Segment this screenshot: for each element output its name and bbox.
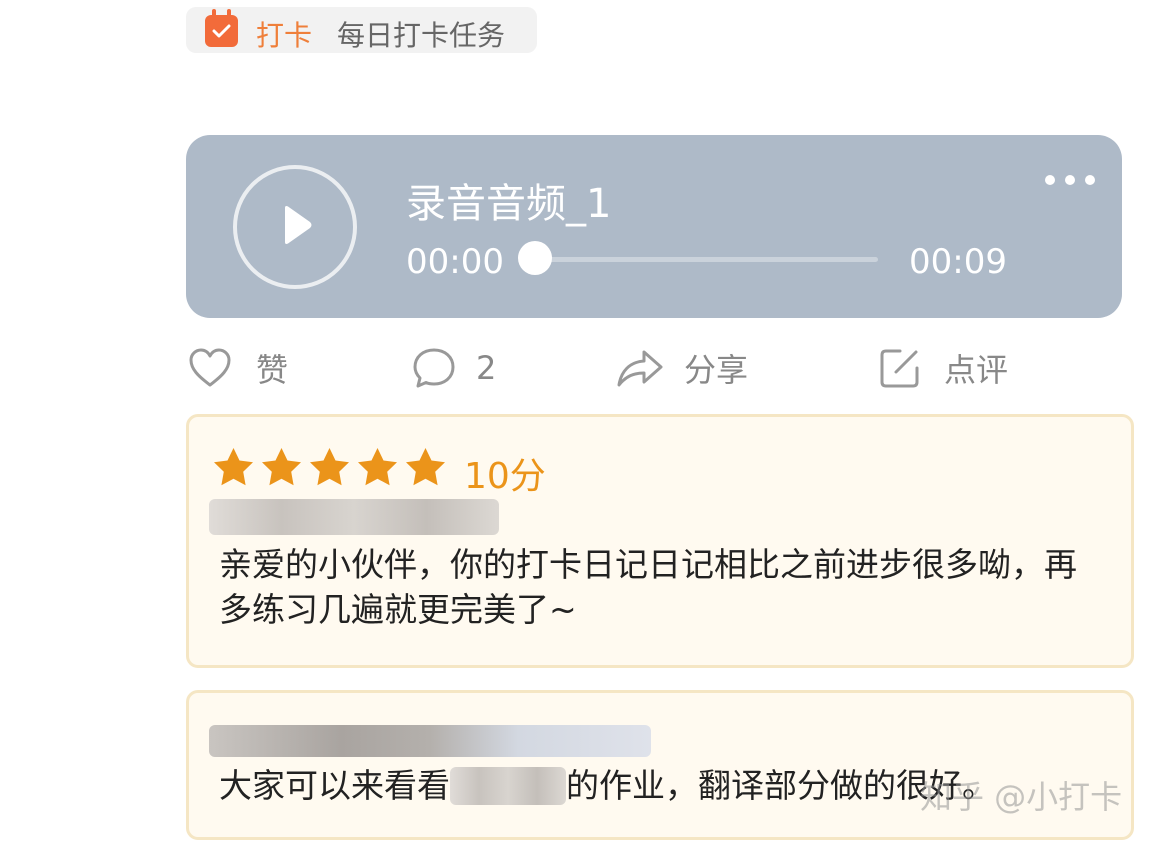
star-icon bbox=[310, 448, 349, 486]
play-button[interactable] bbox=[233, 165, 357, 289]
play-icon bbox=[285, 206, 312, 244]
star-icon bbox=[214, 448, 253, 486]
comment-bubble-icon bbox=[413, 348, 455, 388]
review-button[interactable]: 点评 bbox=[878, 340, 1008, 396]
audio-title: 录音音频_1 bbox=[406, 181, 612, 227]
blurred-mention bbox=[450, 766, 566, 805]
like-button[interactable]: 赞 bbox=[188, 340, 288, 396]
star-icon bbox=[358, 448, 397, 486]
review-text: 亲爱的小伙伴，你的打卡日记日记相比之前进步很多呦，再多练习几遍就更完美了~ bbox=[219, 545, 1077, 629]
audio-player: 录音音频_1 00:00 00:09 bbox=[186, 135, 1122, 318]
checkin-tag[interactable]: 打卡 每日打卡任务 bbox=[186, 7, 537, 53]
star-icon bbox=[262, 448, 301, 486]
more-dots-icon[interactable] bbox=[1044, 173, 1096, 187]
comment-button[interactable]: 2 bbox=[412, 340, 496, 396]
current-time: 00:00 bbox=[406, 242, 504, 282]
tag-description: 每日打卡任务 bbox=[337, 19, 506, 52]
share-label: 分享 bbox=[684, 351, 749, 389]
edit-note-icon bbox=[880, 349, 919, 388]
calendar-check-icon bbox=[205, 9, 238, 47]
progress-track[interactable] bbox=[536, 257, 878, 262]
watermark: 知乎 @小打卡 bbox=[920, 778, 1123, 816]
comment-text-before: 大家可以来看看 bbox=[219, 766, 450, 805]
tag-label: 打卡 bbox=[256, 19, 313, 52]
blurred-commenter-name bbox=[209, 725, 651, 757]
action-bar: 赞 2 分享 点评 bbox=[0, 340, 1170, 396]
rating-score: 10分 bbox=[464, 456, 546, 497]
like-label: 赞 bbox=[256, 351, 289, 389]
review-label: 点评 bbox=[944, 351, 1009, 389]
teacher-review-card: 10分 亲爱的小伙伴，你的打卡日记日记相比之前进步很多呦，再多练习几遍就更完美了… bbox=[186, 414, 1134, 668]
rating-stars bbox=[213, 447, 453, 487]
share-button[interactable]: 分享 bbox=[616, 340, 748, 396]
blurred-reviewer-name bbox=[209, 499, 499, 535]
progress-knob[interactable] bbox=[518, 241, 552, 275]
heart-icon bbox=[189, 348, 231, 387]
comment-count: 2 bbox=[476, 349, 497, 387]
share-arrow-icon bbox=[617, 350, 663, 387]
total-time: 00:09 bbox=[909, 242, 1007, 282]
star-icon bbox=[406, 448, 445, 486]
